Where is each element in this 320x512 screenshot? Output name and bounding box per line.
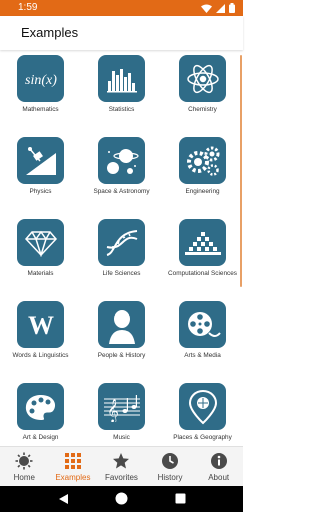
svg-text:W: W (28, 311, 54, 340)
home-sun-icon (15, 452, 33, 470)
histogram-icon (98, 55, 145, 102)
category-label: Places & Geography (173, 434, 232, 441)
category-space-astronomy[interactable]: Space & Astronomy (81, 132, 162, 214)
gears-icon (179, 137, 226, 184)
paint-palette-icon (17, 383, 64, 430)
status-bar: 1:59 (0, 0, 243, 16)
letter-w-icon: W (17, 301, 64, 348)
dna-icon (98, 219, 145, 266)
category-places-geography[interactable]: Places & Geography (162, 378, 243, 446)
map-pin-icon (179, 383, 226, 430)
category-people-history[interactable]: People & History (81, 296, 162, 378)
status-icons (201, 2, 235, 14)
home-button-icon[interactable] (115, 492, 128, 505)
battery-icon (229, 3, 235, 13)
nav-examples[interactable]: Examples (49, 447, 98, 486)
film-reel-icon (179, 301, 226, 348)
recents-icon[interactable] (175, 493, 186, 504)
category-statistics[interactable]: Statistics (81, 50, 162, 132)
category-arts-media[interactable]: Arts & Media (162, 296, 243, 378)
category-label: Materials (27, 270, 54, 277)
signal-icon (216, 3, 225, 13)
nav-label: Home (13, 473, 35, 482)
category-label: Computational Sciences (168, 270, 237, 277)
category-label: People & History (97, 352, 146, 359)
category-life-sciences[interactable]: Life Sciences (81, 214, 162, 296)
nav-history[interactable]: History (146, 447, 195, 486)
category-physics[interactable]: Physics (0, 132, 81, 214)
planets-icon (98, 137, 145, 184)
category-label: Arts & Media (184, 352, 221, 359)
nav-favorites[interactable]: Favorites (97, 447, 146, 486)
physics-incline-icon (17, 137, 64, 184)
diamond-icon (17, 219, 64, 266)
nav-about[interactable]: About (194, 447, 243, 486)
sin-x-icon: sin(x) (17, 55, 64, 102)
category-computational-sciences[interactable]: Computational Sciences (162, 214, 243, 296)
category-label: Art & Design (22, 434, 59, 441)
examples-grid[interactable]: sin(x) Mathematics Statistics Chemistry … (0, 50, 243, 446)
category-music[interactable]: 𝄞 Music (81, 378, 162, 446)
scrollbar[interactable] (240, 55, 242, 287)
wifi-icon (201, 4, 212, 13)
category-mathematics[interactable]: sin(x) Mathematics (0, 50, 81, 132)
category-label: Engineering (185, 188, 220, 195)
category-engineering[interactable]: Engineering (162, 132, 243, 214)
nav-label: Examples (55, 473, 91, 482)
star-icon (113, 453, 130, 469)
page-title: Examples (21, 25, 79, 40)
bottom-nav: Home Examples Favorites History About (0, 446, 243, 486)
category-label: Music (113, 434, 130, 441)
svg-text:sin(x): sin(x) (25, 73, 57, 88)
svg-text:𝄞: 𝄞 (107, 398, 119, 422)
category-art-design[interactable]: Art & Design (0, 378, 81, 446)
status-time: 1:59 (18, 2, 38, 13)
clock-icon (162, 453, 179, 469)
back-icon[interactable] (58, 493, 70, 505)
atom-icon (179, 55, 226, 102)
category-chemistry[interactable]: Chemistry (162, 50, 243, 132)
nav-home[interactable]: Home (0, 447, 49, 486)
category-label: Words & Linguistics (12, 352, 69, 359)
category-label: Mathematics (22, 106, 59, 113)
category-materials[interactable]: Materials (0, 214, 81, 296)
system-nav-bar (0, 486, 243, 512)
category-label: Chemistry (188, 106, 217, 113)
grid-icon (64, 453, 81, 469)
category-words-linguistics[interactable]: W Words & Linguistics (0, 296, 81, 378)
category-label: Life Sciences (102, 270, 141, 277)
music-staff-icon: 𝄞 (98, 383, 145, 430)
nav-label: Favorites (105, 473, 138, 482)
cellular-automaton-icon (179, 219, 226, 266)
washington-portrait-icon (98, 301, 145, 348)
nav-label: History (157, 473, 183, 482)
nav-label: About (208, 473, 230, 482)
category-label: Physics (29, 188, 52, 195)
app-bar: Examples (0, 16, 243, 50)
info-icon (210, 453, 227, 469)
category-label: Space & Astronomy (93, 188, 150, 195)
category-label: Statistics (108, 106, 135, 113)
